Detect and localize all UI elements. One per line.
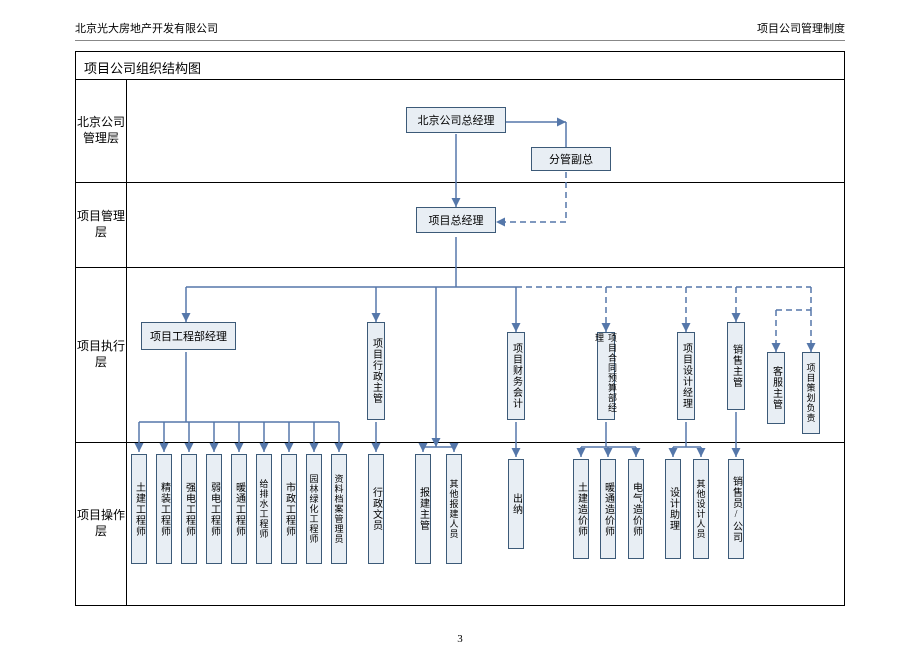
org-chart-frame: 项目公司组织结构图 北京公司管理层 项目管理层 项目执行层 项目操作层 <box>75 51 845 606</box>
leaf-hvac-cost: 暖通造价师 <box>600 459 616 559</box>
company-name: 北京光大房地产开发有限公司 <box>75 20 218 36</box>
chart-title: 项目公司组织结构图 <box>76 52 844 80</box>
leaf-hvac-engineer: 暖通工程师 <box>231 454 247 564</box>
row-divider <box>76 182 844 183</box>
leaf-salesperson: 销售员/公司 <box>728 459 744 559</box>
row-label-4: 项目操作层 <box>76 442 126 606</box>
row-label-1: 北京公司管理层 <box>76 80 126 182</box>
leaf-design-assistant: 设计助理 <box>665 459 681 559</box>
leaf-civil-cost: 土建造价师 <box>573 459 589 559</box>
col-divider <box>126 80 127 605</box>
leaf-permit-other: 其他报建人员 <box>446 454 462 564</box>
row-label-2: 项目管理层 <box>76 182 126 267</box>
leaf-archive-admin: 资料档案管理员 <box>331 454 347 564</box>
leaf-design-other: 其他设计人员 <box>693 459 709 559</box>
doc-title: 项目公司管理制度 <box>757 20 845 36</box>
node-admin-supervisor: 项目行政主管 <box>367 322 385 420</box>
node-cs-supervisor: 客服主管 <box>767 352 785 424</box>
row-divider <box>76 442 844 443</box>
leaf-finish-engineer: 精装工程师 <box>156 454 172 564</box>
leaf-cashier: 出纳 <box>508 459 524 549</box>
leaf-landscape-engineer: 园林绿化工程师 <box>306 454 322 564</box>
leaf-civil-engineer: 土建工程师 <box>131 454 147 564</box>
leaf-admin-clerk: 行政文员 <box>368 454 384 564</box>
leaf-plumbing-engineer: 给排水工程师 <box>256 454 272 564</box>
leaf-strong-elec-engineer: 强电工程师 <box>181 454 197 564</box>
page-number: 3 <box>0 633 920 645</box>
header-rule <box>75 40 845 41</box>
node-design-manager: 项目设计经理 <box>677 332 695 420</box>
node-plan-lead: 项目策划负责 <box>802 352 820 434</box>
node-general-manager: 北京公司总经理 <box>406 107 506 133</box>
node-sales-supervisor: 销售主管 <box>727 322 745 410</box>
row-label-3: 项目执行层 <box>76 267 126 442</box>
node-vice-president: 分管副总 <box>531 147 611 171</box>
leaf-permit-lead: 报建主管 <box>415 454 431 564</box>
row-divider <box>76 267 844 268</box>
leaf-municipal-engineer: 市政工程师 <box>281 454 297 564</box>
document-header: 北京光大房地产开发有限公司 项目公司管理制度 <box>40 20 880 40</box>
node-eng-manager: 项目工程部经理 <box>141 322 236 350</box>
leaf-weak-elec-engineer: 弱电工程师 <box>206 454 222 564</box>
node-finance-accountant: 项目财务会计 <box>507 332 525 420</box>
node-budget-manager: 项目合同预算部经理 <box>597 332 615 420</box>
node-project-gm: 项目总经理 <box>416 207 496 233</box>
leaf-elec-cost: 电气造价师 <box>628 459 644 559</box>
